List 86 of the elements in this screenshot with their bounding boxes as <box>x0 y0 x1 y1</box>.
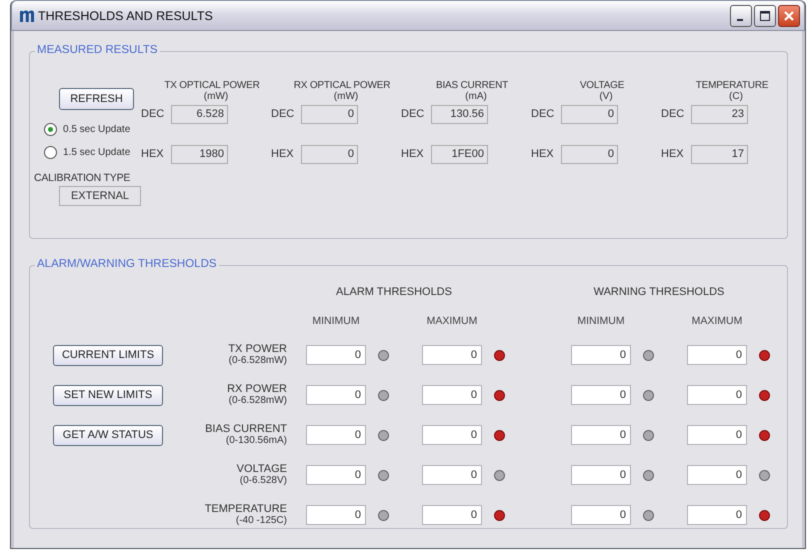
input-field[interactable]: 0 <box>306 425 366 445</box>
readout-field: 0 <box>301 144 358 164</box>
minimize-icon <box>736 18 742 20</box>
format-label: HEX <box>531 148 555 160</box>
input-field[interactable]: 0 <box>306 385 366 405</box>
range-label: (0-130.56mA) <box>224 435 287 447</box>
column-title: MAXIMUM <box>690 315 744 327</box>
input-field[interactable]: 0 <box>687 465 747 485</box>
quantity-unit: (C) <box>728 91 744 102</box>
quantity-unit: (V) <box>598 91 614 102</box>
maximize-button[interactable] <box>754 4 776 26</box>
window-title: THRESHOLDS AND RESULTS <box>38 8 214 22</box>
maximize-icon <box>759 10 771 22</box>
readout-field: 17 <box>691 144 748 164</box>
quantity-name: RX OPTICAL POWER <box>292 80 392 91</box>
calibration-label: CALIBRATION TYPE <box>34 172 130 184</box>
column-title: MAXIMUM <box>426 315 478 327</box>
refresh-button[interactable]: REFRESH <box>59 88 134 110</box>
readout-field: 1980 <box>171 144 228 164</box>
input-field[interactable]: 0 <box>571 505 631 525</box>
input-field[interactable]: 0 <box>687 505 747 525</box>
close-icon <box>783 10 795 22</box>
close-button[interactable] <box>778 4 800 26</box>
readout-field: 0 <box>561 104 618 124</box>
format-label: DEC <box>401 108 426 120</box>
row-label: TX POWER <box>227 343 287 355</box>
input-field[interactable]: 0 <box>306 345 366 365</box>
column-group-title: WARNING THRESHOLDS <box>592 286 726 298</box>
quantity-unit: (mA) <box>464 91 488 102</box>
row-label: VOLTAGE <box>236 463 287 475</box>
row-label: BIAS CURRENT <box>204 423 287 435</box>
input-field[interactable]: 0 <box>422 465 482 485</box>
input-field[interactable]: 0 <box>687 385 747 405</box>
input-field[interactable]: 0 <box>422 345 482 365</box>
input-field[interactable]: 0 <box>571 385 631 405</box>
range-label: (0-6.528mW) <box>228 395 287 407</box>
minimize-button[interactable] <box>730 4 752 26</box>
range-label: (0-6.528mW) <box>228 355 287 367</box>
format-label: DEC <box>531 108 556 120</box>
input-field[interactable]: 0 <box>571 465 631 485</box>
group-title: MEASURED RESULTS <box>35 44 160 56</box>
action-button[interactable]: CURRENT LIMITS <box>53 344 163 366</box>
input-field[interactable]: 0 <box>422 385 482 405</box>
format-label: DEC <box>141 108 166 120</box>
quantity-unit: (mW) <box>332 91 360 102</box>
input-field[interactable]: 0 <box>306 505 366 525</box>
action-button[interactable]: SET NEW LIMITS <box>53 384 163 406</box>
input-field[interactable]: 0 <box>687 345 747 365</box>
column-group-title: ALARM THRESHOLDS <box>335 286 453 298</box>
quantity-name: TEMPERATURE <box>694 80 770 91</box>
input-field[interactable]: 0 <box>571 425 631 445</box>
input-field[interactable]: 0 <box>687 425 747 445</box>
quantity-unit: (mW) <box>202 91 230 102</box>
input-field[interactable]: 0 <box>422 425 482 445</box>
column-title: MINIMUM <box>576 315 626 327</box>
radio-button[interactable] <box>44 123 57 136</box>
radio-label[interactable]: 0.5 sec Update <box>63 124 130 135</box>
readout-field: 1FE00 <box>431 144 488 164</box>
format-label: HEX <box>661 148 685 160</box>
readout-field: 0 <box>561 144 618 164</box>
quantity-name: BIAS CURRENT <box>434 80 510 91</box>
format-label: HEX <box>141 148 165 160</box>
input-field[interactable]: 0 <box>422 505 482 525</box>
group-title: ALARM/WARNING THRESHOLDS <box>35 258 219 270</box>
range-label: (-40 -125C) <box>234 515 287 527</box>
quantity-name: TX OPTICAL POWER <box>163 80 261 91</box>
input-field[interactable]: 0 <box>306 465 366 485</box>
range-label: (0-6.528V) <box>238 475 287 487</box>
readout-field: 130.56 <box>431 104 488 124</box>
format-label: HEX <box>401 148 425 160</box>
app-logo-icon <box>19 8 35 22</box>
input-field[interactable]: 0 <box>571 345 631 365</box>
radio-button[interactable] <box>44 146 57 159</box>
column-title: MINIMUM <box>311 315 361 327</box>
quantity-name: VOLTAGE <box>578 80 626 91</box>
format-label: DEC <box>271 108 296 120</box>
row-label: RX POWER <box>226 383 287 395</box>
readout-field: 0 <box>301 104 358 124</box>
readout-field: 6.528 <box>171 104 228 124</box>
format-label: DEC <box>661 108 686 120</box>
row-label: TEMPERATURE <box>204 503 287 515</box>
format-label: HEX <box>271 148 295 160</box>
readout-field: 23 <box>691 104 748 124</box>
calibration-value: EXTERNAL <box>59 186 141 206</box>
radio-label[interactable]: 1.5 sec Update <box>63 147 130 158</box>
action-button[interactable]: GET A/W STATUS <box>53 424 163 446</box>
